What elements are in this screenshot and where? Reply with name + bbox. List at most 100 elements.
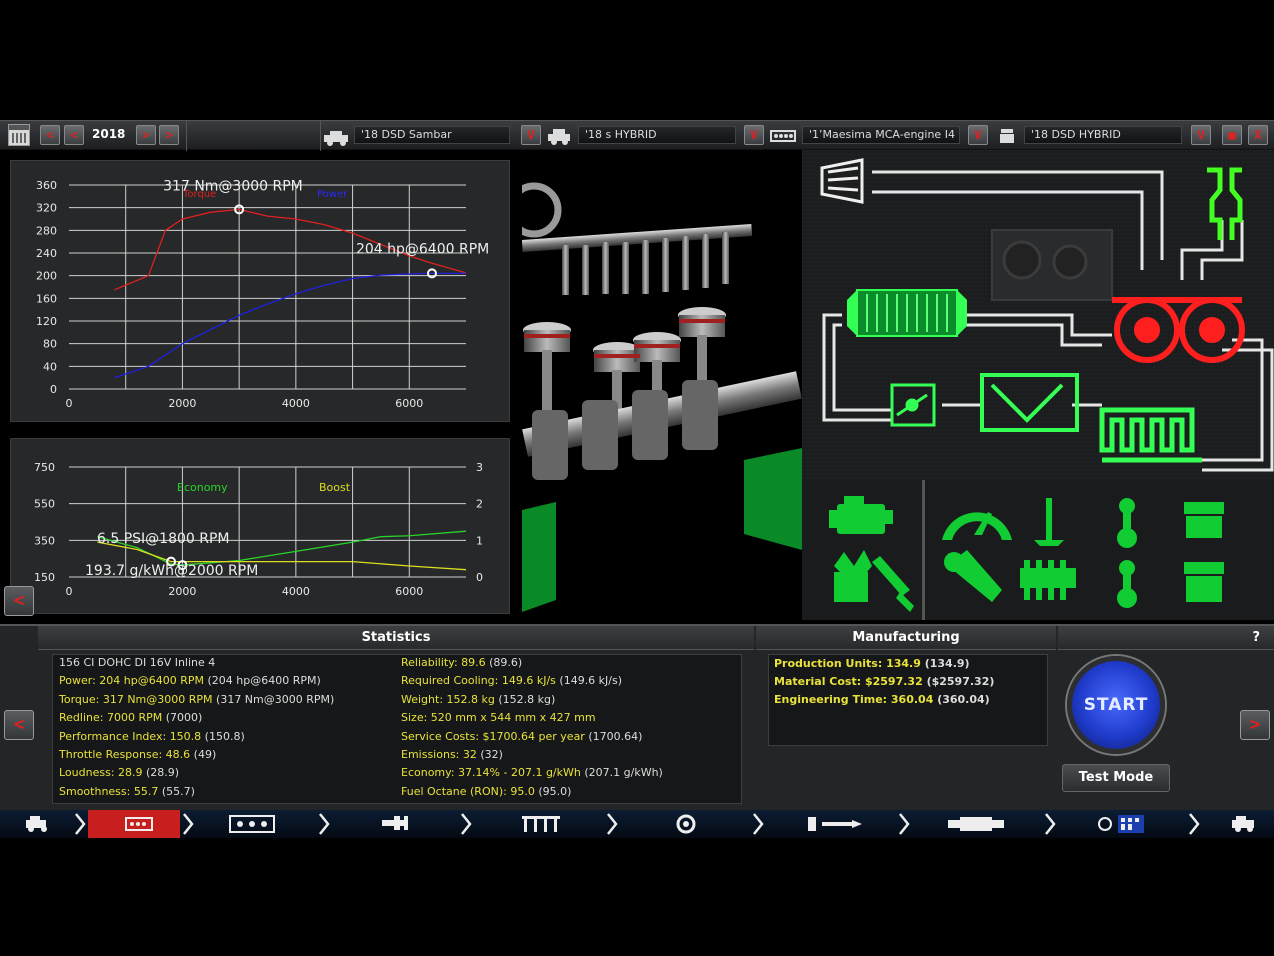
stat-row: Size: 520 mm x 544 mm x 427 mm <box>401 711 596 724</box>
stat-value: Reliability: 89.6 <box>401 656 486 669</box>
engine-schematic <box>802 150 1274 480</box>
engine-variant-select[interactable]: '18 DSD HYBRID <box>1024 126 1182 144</box>
connecting-rod-icon[interactable] <box>1117 498 1137 548</box>
crank-rod-icon[interactable] <box>1117 560 1137 608</box>
stat-value: Material Cost: $2597.32 <box>774 674 923 688</box>
y-tick-label: 550 <box>34 498 55 511</box>
torque-power-chart-panel: 0 40 80 120 160 200 240 280 320 360 0 2000 4000 6000 T… <box>10 160 510 422</box>
y2-tick-label: 3 <box>476 461 483 474</box>
piston-rings-icon[interactable] <box>1184 562 1224 602</box>
car-trim-dropdown-button[interactable]: V <box>744 125 764 145</box>
stat-row: Production Units: 134.9 (134.9) <box>774 657 970 670</box>
engine-check-icon[interactable] <box>829 496 893 534</box>
stat-value: Smoothness: 55.7 <box>59 784 159 798</box>
stat-row: Redline: 7000 RPM (7000) <box>59 711 202 724</box>
engine-family-select[interactable]: '1’Maesima MCA-engine I4 <box>802 126 960 144</box>
manufacturing-header: Manufacturing <box>756 626 1056 650</box>
gauge-icon[interactable] <box>942 512 1012 540</box>
tune-icon[interactable] <box>1098 815 1144 833</box>
stat-base-value: (150.8) <box>201 729 245 743</box>
turbo-icon[interactable] <box>676 814 696 834</box>
engine-damage-icon[interactable] <box>834 550 872 602</box>
economy-annotation: 193.7 g/kWh@2000 RPM <box>85 563 258 579</box>
engine-block-icon[interactable] <box>125 817 153 831</box>
test-mode-button[interactable]: Test Mode <box>1062 764 1170 792</box>
stat-value: Service Costs: $1700.64 per year <box>401 729 585 743</box>
statistics-header: Statistics <box>38 626 754 650</box>
stat-row: Fuel Octane (RON): 95.0 (95.0) <box>401 785 571 798</box>
nav-chevron <box>899 813 910 835</box>
stat-value: 156 CI DOHC DI 16V Inline 4 <box>59 656 216 669</box>
stat-base-value: (204 hp@6400 RPM) <box>203 674 321 688</box>
prev-year-button[interactable]: < <box>64 125 84 145</box>
stat-row: Service Costs: $1700.64 per year (1700.6… <box>401 730 642 743</box>
y-tick-label: 350 <box>34 534 55 547</box>
y-tick-label: 160 <box>36 292 57 305</box>
next-year-button[interactable]: > <box>136 125 156 145</box>
next-decade-button[interactable]: > <box>159 125 179 145</box>
collapse-charts-button[interactable]: < <box>4 586 34 616</box>
nav-chevron <box>183 813 194 835</box>
stat-row: Reliability: 89.6 (89.6) <box>401 656 522 669</box>
stat-row: Loudness: 28.9 (28.9) <box>59 766 179 779</box>
engine-schematic-diagram <box>802 150 1274 480</box>
y-tick-label: 320 <box>36 202 57 215</box>
series-line-power <box>114 272 466 379</box>
bottom-navigation <box>0 810 1274 838</box>
stat-base-value: (49) <box>190 748 217 761</box>
x-tick-label: 2000 <box>168 585 196 598</box>
camshaft-icon[interactable] <box>1020 560 1076 600</box>
stat-base-value: (95.0) <box>534 784 572 798</box>
y2-tick-label: 0 <box>476 571 483 584</box>
nav-chevron <box>607 813 618 835</box>
fuel-icon[interactable] <box>808 817 862 831</box>
head-icon[interactable] <box>229 815 275 833</box>
y2-tick-label: 2 <box>476 498 483 511</box>
engine-variant-icon <box>1000 129 1014 143</box>
calendar-icon[interactable] <box>8 124 30 146</box>
car-trim-select[interactable]: '18 s HYBRID <box>578 126 736 144</box>
engine-family-icon <box>770 130 796 142</box>
start-button[interactable]: START <box>1067 656 1165 754</box>
close-button[interactable]: X <box>1248 125 1268 145</box>
stat-value: Torque: 317 Nm@3000 RPM <box>59 692 213 706</box>
engine-family-dropdown-button[interactable]: V <box>968 125 988 145</box>
test-icon[interactable] <box>1232 816 1254 832</box>
stat-row: 156 CI DOHC DI 16V Inline 4 <box>59 656 215 669</box>
valves-icon[interactable] <box>522 816 560 832</box>
piston-icon[interactable] <box>1184 502 1224 538</box>
exhaust-icon[interactable] <box>948 817 1004 831</box>
peak-annotation: 204 hp@6400 RPM <box>356 241 489 257</box>
help-button[interactable]: ? <box>1058 626 1274 650</box>
spark-plug-icon[interactable] <box>872 556 914 612</box>
stat-value: Size: 520 mm x 544 mm x 427 mm <box>401 711 596 725</box>
economy-boost-chart-panel: 150 350 550 750 0 1 2 3 0 2000 4000 6000 Economy Boos… <box>10 438 510 614</box>
engine-3d-view[interactable] <box>522 150 802 620</box>
year-label: 2018 <box>92 127 126 141</box>
car-model-dropdown-button[interactable]: V <box>521 125 541 145</box>
stat-base-value: (149.6 kJ/s) <box>555 674 623 688</box>
crank-icon[interactable] <box>382 816 408 830</box>
save-button[interactable]: ■ <box>1222 125 1242 145</box>
car-icon[interactable] <box>26 816 47 832</box>
stat-value: Emissions: 32 <box>401 748 477 761</box>
stat-base-value: (1700.64) <box>584 729 643 743</box>
previous-page-button[interactable]: < <box>4 710 34 740</box>
stat-row: Required Cooling: 149.6 kJ/s (149.6 kJ/s… <box>401 674 622 687</box>
stat-value: Engineering Time: 360.04 <box>774 692 934 706</box>
stat-base-value: (55.7) <box>158 784 195 798</box>
next-page-button[interactable]: > <box>1240 710 1270 740</box>
wrench-icon[interactable] <box>944 550 1002 602</box>
stat-value: Production Units: 134.9 <box>774 657 921 670</box>
prev-decade-button[interactable]: < <box>40 125 60 145</box>
stat-row: Weight: 152.8 kg (152.8 kg) <box>401 693 555 706</box>
y-tick-label: 40 <box>43 360 57 373</box>
engine-variant-dropdown-button[interactable]: V <box>1191 125 1211 145</box>
stat-value: Performance Index: 150.8 <box>59 729 202 743</box>
valve-icon[interactable] <box>1034 498 1064 546</box>
y-tick-label: 280 <box>36 224 57 237</box>
legend-power: Power <box>317 189 348 200</box>
car-model-select[interactable]: '18 DSD Sambar <box>354 126 510 144</box>
nav-chevron <box>1189 813 1200 835</box>
y2-tick-label: 1 <box>476 534 483 547</box>
